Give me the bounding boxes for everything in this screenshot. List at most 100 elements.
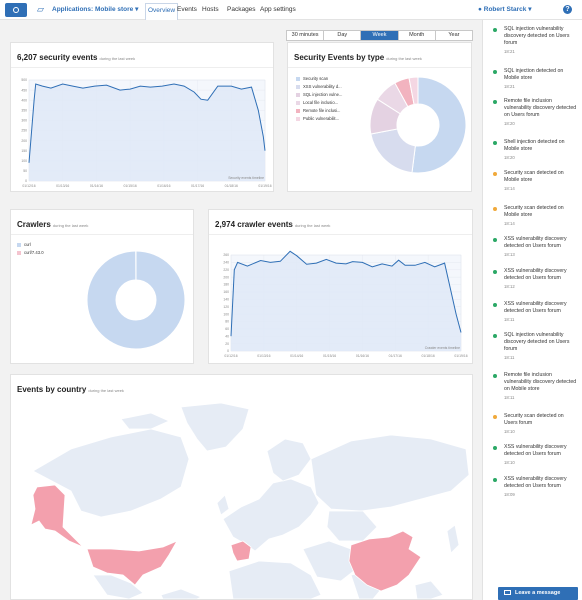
x-tick-label: 01/12/16 xyxy=(224,354,237,358)
feed-item[interactable]: Remote file inclusion vulnerability disc… xyxy=(493,372,579,402)
feed-item[interactable]: SQL injection vulnerability discovery de… xyxy=(493,332,579,362)
panel-subtitle: during the last week xyxy=(52,223,89,228)
legend-item[interactable]: Security scan xyxy=(296,76,328,81)
feed-item[interactable]: Security scan detected on Mobile store 18… xyxy=(493,205,579,235)
legend-swatch xyxy=(296,108,300,113)
legend-item[interactable]: Remote file inclusi... xyxy=(296,108,340,113)
caret-down-icon: ▾ xyxy=(135,6,139,13)
time-option-year[interactable]: Year xyxy=(436,31,472,40)
y-tick-label: 100 xyxy=(223,312,229,316)
legend-item[interactable]: SQL injection vulne... xyxy=(296,92,342,97)
donut-slice xyxy=(370,128,416,174)
feed-item-text: SQL injection vulnerability discovery de… xyxy=(504,26,570,46)
events-by-type-legend: Security scan XSS vulnerability d... SQL i… xyxy=(296,76,358,136)
feed-item[interactable]: Security scan detected on Mobile store 18… xyxy=(493,170,579,200)
feed-item-time: 18:20 xyxy=(504,121,515,126)
feed-item-time: 18:09 xyxy=(504,492,515,497)
activity-feed: SQL injection vulnerability discovery de… xyxy=(482,20,582,600)
events-by-country-panel: Events by country during the last week xyxy=(10,374,473,600)
nav-overview[interactable]: Overview xyxy=(145,3,179,20)
time-option-day[interactable]: Day xyxy=(324,31,362,40)
legend-label: curl/7.43.0 xyxy=(24,250,44,255)
feed-item[interactable]: XSS vulnerability discovery detected on … xyxy=(493,444,579,474)
feed-item-time: 18:11 xyxy=(504,395,515,400)
feed-item-time: 18:21 xyxy=(504,84,515,89)
leave-message-label: Leave a message xyxy=(515,590,561,596)
nav-app-settings[interactable]: App settings xyxy=(260,4,296,16)
nav-packages[interactable]: Packages xyxy=(227,4,256,16)
feed-item[interactable]: XSS vulnerability discovery detected on … xyxy=(493,476,579,506)
feed-item[interactable]: Remote file inclusion vulnerability disc… xyxy=(493,98,579,128)
feed-item-text: Security scan detected on Mobile store xyxy=(504,205,564,218)
panel-subtitle: during the last week xyxy=(88,388,124,393)
status-dot-icon xyxy=(493,334,497,338)
y-tick-label: 260 xyxy=(223,253,229,257)
panel-subtitle: during the last week xyxy=(386,56,422,61)
map-uk xyxy=(216,494,230,516)
status-dot-icon xyxy=(493,70,497,74)
legend-item[interactable]: Public vulnerabilit... xyxy=(296,116,339,121)
feed-item-time: 18:20 xyxy=(504,155,515,160)
y-tick-label: 450 xyxy=(21,88,27,92)
feed-item-time: 18:21 xyxy=(504,49,515,54)
legend-label: Remote file inclusi... xyxy=(303,108,341,113)
y-tick-label: 200 xyxy=(21,139,27,143)
feed-item-text: Remote file inclusion vulnerability disc… xyxy=(504,98,577,118)
y-tick-label: 400 xyxy=(21,98,27,102)
feed-item[interactable]: SQL injection vulnerability discovery de… xyxy=(493,26,579,56)
nav-hosts[interactable]: Hosts xyxy=(202,4,219,16)
feed-item-time: 18:13 xyxy=(504,252,515,257)
y-tick-label: 150 xyxy=(21,149,27,153)
legend-swatch xyxy=(296,84,300,89)
panel-title-text: Events by country xyxy=(17,385,87,394)
feed-item-text: SQL injection detected on Mobile store xyxy=(504,68,564,81)
legend-item[interactable]: XSS vulnerability d... xyxy=(296,84,342,89)
panel-title: 2,974 crawler events during the last week xyxy=(215,220,330,229)
feed-item[interactable]: XSS vulnerability discovery detected on … xyxy=(493,268,579,298)
feed-item-text: SQL injection vulnerability discovery de… xyxy=(504,332,570,352)
map-greenland xyxy=(180,402,250,452)
nav-events[interactable]: Events xyxy=(177,4,197,16)
x-tick-label: 01/19/16 xyxy=(258,184,271,188)
status-dot-icon xyxy=(493,100,497,104)
application-selector[interactable]: Applications: Mobile store ▾ xyxy=(52,4,138,16)
x-tick-label: 01/19/16 xyxy=(454,354,467,358)
help-icon[interactable]: ? xyxy=(563,5,572,14)
logo-icon[interactable] xyxy=(5,3,27,17)
map-russia xyxy=(310,434,470,512)
feed-item-text: XSS vulnerability discovery detected on … xyxy=(504,444,567,457)
y-tick-label: 250 xyxy=(21,129,27,133)
user-menu[interactable]: ● Robert Starck ▾ xyxy=(478,4,531,16)
status-dot-icon xyxy=(493,238,497,242)
time-option-30-minutes[interactable]: 30 minutes xyxy=(287,31,325,40)
feed-item-text: XSS vulnerability discovery detected on … xyxy=(504,301,567,314)
feed-item[interactable]: Shell injection detected on Mobile store… xyxy=(493,139,579,169)
status-dot-icon xyxy=(493,374,497,378)
feed-item[interactable]: Security scan detected on Users forum 18:… xyxy=(493,413,579,443)
feed-item[interactable]: SQL injection detected on Mobile store 18… xyxy=(493,68,579,98)
leave-message-button[interactable]: Leave a message xyxy=(498,587,578,600)
time-option-week[interactable]: Week xyxy=(361,31,399,40)
map-scandinavia xyxy=(266,438,312,482)
y-tick-label: 80 xyxy=(225,320,229,324)
feed-item-time: 18:11 xyxy=(504,317,515,322)
crawler-events-panel: 2,974 crawler events during the last week… xyxy=(208,209,473,364)
y-tick-label: 20 xyxy=(225,342,229,346)
feed-item[interactable]: XSS vulnerability discovery detected on … xyxy=(493,301,579,331)
feed-item-text: Security scan detected on Mobile store xyxy=(504,170,564,183)
x-tick-label: 01/15/16 xyxy=(124,184,137,188)
panel-subtitle: during the last week xyxy=(99,56,136,61)
legend-swatch xyxy=(296,116,300,121)
x-tick-label: 01/14/16 xyxy=(90,184,103,188)
legend-item[interactable]: curl/7.43.0 xyxy=(17,250,44,255)
crawler-events-chart: 0 20 40 60 80 100 120 140 160 180 200 220 240 260 01/1… xyxy=(223,250,468,358)
legend-item[interactable]: Local file inclusio... xyxy=(296,100,338,105)
y-tick-label: 180 xyxy=(223,283,229,287)
feed-item[interactable]: XSS vulnerability discovery detected on … xyxy=(493,236,579,266)
legend-label: XSS vulnerability d... xyxy=(303,84,342,89)
legend-label: Local file inclusio... xyxy=(303,100,339,105)
feed-item-text: XSS vulnerability discovery detected on … xyxy=(504,236,567,249)
legend-item[interactable]: curl xyxy=(17,242,31,247)
world-map[interactable] xyxy=(11,399,472,599)
time-option-month[interactable]: Month xyxy=(399,31,436,40)
